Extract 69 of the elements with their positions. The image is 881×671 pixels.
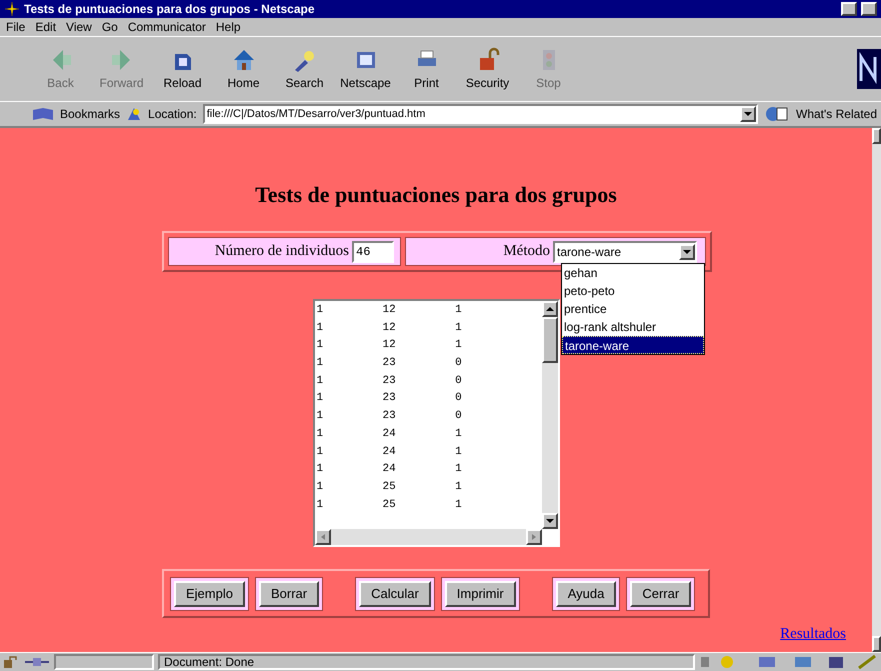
data-line: 1 12 1	[316, 320, 463, 336]
window-title: Tests de puntuaciones para dos grupos - Netscape	[24, 1, 316, 18]
data-line: 1 23 0	[316, 374, 463, 389]
dropdown-option[interactable]: peto-peto	[562, 282, 704, 300]
dropdown-option[interactable]: prentice	[562, 300, 704, 318]
scroll-right-button[interactable]	[526, 529, 542, 545]
arrow-down-icon	[546, 518, 554, 524]
toolbar-button[interactable]: Search	[274, 44, 335, 94]
data-line: 1 24 1	[316, 444, 463, 460]
data-line: 1 24 1	[316, 426, 463, 442]
related-icon	[764, 105, 790, 123]
page-heading: Tests de puntuaciones para dos grupos	[255, 181, 617, 209]
bookmarks-icon	[32, 106, 54, 122]
arrow-right-icon	[530, 534, 538, 540]
form-button[interactable]: Calcular	[359, 580, 431, 606]
toolbar-button[interactable]: Netscape	[335, 44, 396, 94]
form-button[interactable]: Ayuda	[556, 580, 616, 606]
method-select[interactable]: tarone-ware	[553, 240, 697, 262]
scroll-up-button[interactable]	[542, 301, 558, 317]
menu-item[interactable]: Edit	[35, 18, 56, 36]
url-field[interactable]: file:///C|/Datos/MT/Desarro/ver3/puntuad.htm	[202, 104, 758, 124]
method-label: Método	[503, 242, 550, 262]
data-line: 1 24 1	[316, 462, 463, 478]
dropdown-button[interactable]	[740, 106, 756, 122]
data-line: 1 12 1	[316, 338, 463, 354]
minimize-button[interactable]	[841, 2, 857, 16]
security-status-icon	[2, 655, 20, 669]
arrow-down-icon	[744, 111, 752, 117]
dropdown-button[interactable]	[679, 244, 695, 260]
toolbar-button[interactable]: Reload	[152, 44, 213, 94]
menu-item[interactable]: View	[66, 18, 92, 36]
menu-item[interactable]: Communicator	[128, 18, 206, 36]
data-line: 1 23 0	[316, 391, 463, 406]
form-button[interactable]: Borrar	[258, 580, 320, 606]
data-textarea[interactable]: 1 12 1 1 12 1 1 12 1 1 23 0 1 23 0 1 23 0 1 23 0 1 24 1 1 24 1 1 24 1 1 25 1 1 25 1	[312, 299, 560, 547]
data-line: 1 23 0	[316, 409, 463, 424]
toolbar-button[interactable]: Security	[457, 44, 518, 94]
scroll-down-button[interactable]	[542, 513, 558, 529]
toolbar-button[interactable]: Home	[213, 44, 274, 94]
scroll-thumb[interactable]	[542, 317, 558, 363]
menu-item[interactable]: Help	[216, 18, 241, 36]
count-label: Número de individuos	[214, 242, 349, 262]
toolbar-button[interactable]: Print	[396, 44, 457, 94]
form-button[interactable]: Ejemplo	[174, 580, 245, 606]
arrow-up-icon	[546, 306, 554, 312]
connection-icon	[24, 655, 50, 669]
menu-item[interactable]: File	[6, 18, 26, 36]
data-line: 1 25 1	[316, 480, 463, 495]
dropdown-option[interactable]: log-rank altshuler	[562, 318, 704, 336]
data-line: 1 23 0	[316, 356, 463, 372]
logo-icon	[857, 49, 881, 89]
count-field[interactable]: 46	[352, 240, 394, 262]
menu-item[interactable]: Go	[102, 18, 118, 36]
data-line: 1 25 1	[316, 498, 463, 513]
data-line: 1 12 1	[316, 303, 463, 318]
bookmarks-button[interactable]: Bookmarks	[60, 105, 120, 123]
arrow-down-icon	[683, 248, 691, 254]
dropdown-option[interactable]: gehan	[562, 264, 704, 282]
maximize-button[interactable]	[861, 2, 877, 16]
arrow-left-icon	[318, 534, 326, 540]
form-button[interactable]: Cerrar	[630, 580, 692, 606]
form-button[interactable]: Imprimir	[444, 580, 516, 606]
app-icon	[4, 1, 20, 17]
location-icon	[126, 106, 142, 122]
scroll-left-button[interactable]	[314, 529, 330, 545]
dropdown-option[interactable]: tarone-ware	[562, 336, 704, 354]
location-label: Location:	[148, 106, 197, 123]
status-text: Document: Done	[164, 654, 254, 671]
related-button[interactable]: What's Related	[796, 105, 877, 123]
